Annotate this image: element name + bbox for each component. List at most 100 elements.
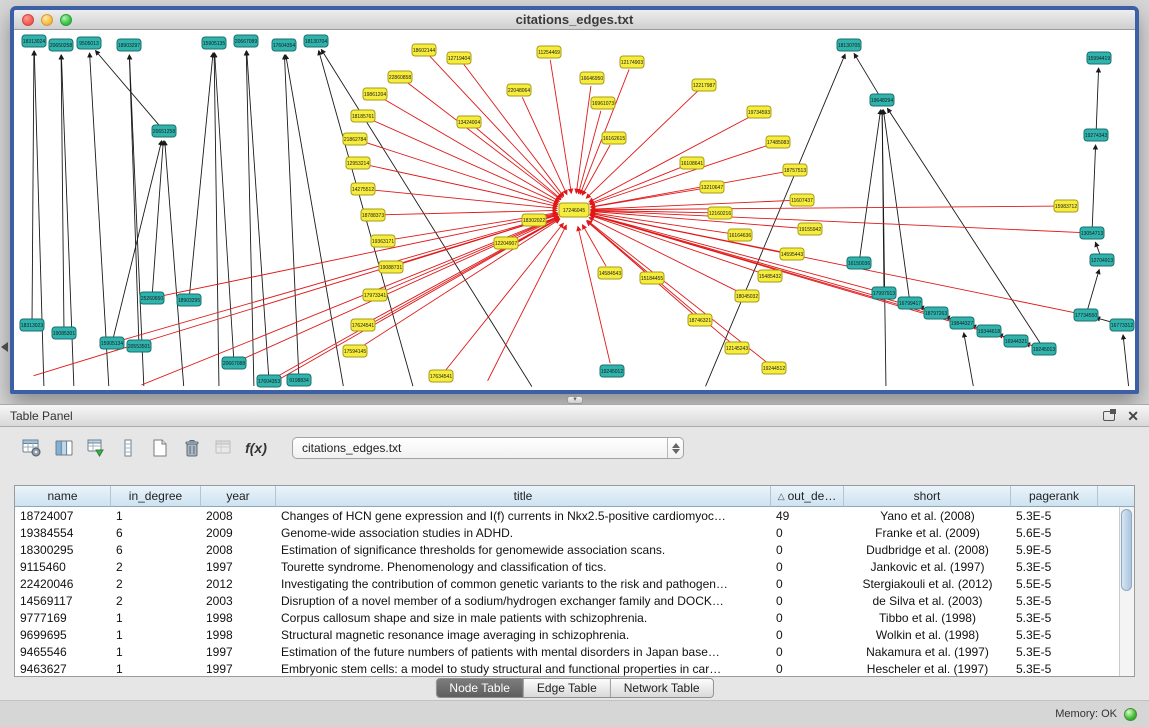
splitter-handle[interactable]: ▾ [567, 396, 583, 404]
hub-node[interactable]: 17246045 [559, 203, 589, 217]
row-height-icon[interactable] [114, 434, 142, 462]
network-node[interactable]: 17624541 [351, 319, 375, 331]
zoom-window-button[interactable] [60, 14, 72, 26]
network-node[interactable]: 9505013 [77, 37, 101, 49]
network-node[interactable]: 12145243 [725, 342, 749, 354]
network-node[interactable]: 22860858 [388, 71, 412, 83]
network-node[interactable]: 17604354 [272, 39, 296, 51]
network-node[interactable]: 19844327 [950, 317, 974, 329]
network-node[interactable]: 14584543 [598, 267, 622, 279]
network-node[interactable]: 18602144 [412, 44, 436, 56]
panel-collapse-arrow-icon[interactable] [1, 342, 8, 352]
network-node[interactable]: 17594145 [343, 345, 367, 357]
network-node[interactable]: 12953214 [346, 157, 370, 169]
network-node[interactable]: 17997913 [872, 287, 896, 299]
network-node[interactable]: 18903297 [117, 39, 141, 51]
network-node[interactable]: 16961073 [591, 97, 615, 109]
network-node[interactable]: 20650258 [49, 39, 73, 51]
table-row[interactable]: 977716911998Corpus callosum shape and si… [15, 609, 1134, 626]
network-node[interactable]: 17973341 [363, 289, 387, 301]
network-node[interactable]: 15905134 [100, 337, 124, 349]
network-node[interactable]: 18757513 [783, 164, 807, 176]
network-node[interactable]: 9198834 [287, 374, 311, 386]
table-row[interactable]: 946362711997Embryonic stem cells: a mode… [15, 660, 1134, 677]
table-export-icon[interactable] [82, 434, 110, 462]
network-node[interactable]: 18045032 [735, 290, 759, 302]
network-node[interactable]: 19155942 [798, 223, 822, 235]
network-node[interactable]: 17634541 [429, 370, 453, 382]
network-node[interactable]: 14595443 [780, 248, 804, 260]
network-node[interactable]: 20667088 [222, 357, 246, 369]
network-node[interactable]: 17734550 [1074, 309, 1098, 321]
table-row[interactable]: 1830029562008Estimation of significance … [15, 541, 1134, 558]
network-node[interactable]: 19088731 [379, 261, 403, 273]
network-node[interactable]: 21862784 [343, 133, 367, 145]
table-row[interactable]: 1872400712008Changes of HCN gene express… [15, 507, 1134, 524]
table-row[interactable]: 946554611997Estimation of the future num… [15, 643, 1134, 660]
network-node[interactable]: 12160216 [708, 207, 732, 219]
network-node[interactable]: 16162615 [602, 132, 626, 144]
network-node[interactable]: 18797263 [924, 307, 948, 319]
network-node[interactable]: 14275512 [351, 183, 375, 195]
delete-table-icon[interactable] [178, 434, 206, 462]
network-node[interactable]: 18130705 [837, 39, 861, 51]
network-node[interactable]: 20667089 [234, 35, 258, 47]
network-node[interactable]: 16150036 [847, 257, 871, 269]
column-header-name[interactable]: name [15, 486, 111, 507]
import-table-icon[interactable] [210, 434, 238, 462]
network-node[interactable]: 20651258 [152, 125, 176, 137]
function-builder-icon[interactable]: f(x) [242, 434, 270, 462]
network-node[interactable]: 11254469 [537, 46, 561, 58]
network-node[interactable]: 19734593 [747, 106, 771, 118]
network-node[interactable]: 22048064 [507, 84, 531, 96]
network-node[interactable]: 15184455 [640, 272, 664, 284]
network-node[interactable]: 13210647 [700, 181, 724, 193]
float-panel-icon[interactable] [1103, 411, 1115, 421]
network-node[interactable]: 16773312 [1110, 319, 1134, 331]
tab-edge-table[interactable]: Edge Table [523, 679, 610, 697]
network-node[interactable]: 17485083 [766, 136, 790, 148]
tab-network-table[interactable]: Network Table [610, 679, 713, 697]
network-node[interactable]: 12217987 [692, 79, 716, 91]
network-node[interactable]: 19861204 [363, 88, 387, 100]
network-canvas[interactable]: 11254469 12174903 12217987 19734593 17485083… [14, 30, 1135, 390]
table-row[interactable]: 1456911722003Disruption of a novel membe… [15, 592, 1134, 609]
table-row[interactable]: 1938455462009Genome-wide association stu… [15, 524, 1134, 541]
network-node[interactable]: 15485432 [758, 270, 782, 282]
network-node[interactable]: 20553501 [127, 340, 151, 352]
network-node[interactable]: 15983712 [1054, 200, 1078, 212]
network-node[interactable]: 12719404 [447, 52, 471, 64]
table-settings-icon[interactable] [18, 434, 46, 462]
network-node[interactable]: 12204907 [494, 237, 518, 249]
network-node[interactable]: 16646950 [580, 72, 604, 84]
network-node[interactable]: 18302022 [522, 214, 546, 226]
network-node[interactable]: 19085301 [52, 327, 76, 339]
network-node[interactable]: 18185761 [351, 110, 375, 122]
network-node[interactable]: 17604353 [257, 375, 281, 387]
network-node[interactable]: 19274343 [1084, 129, 1108, 141]
column-header-title[interactable]: title [276, 486, 771, 507]
column-header-short[interactable]: short [844, 486, 1011, 507]
network-node[interactable]: 13424004 [457, 116, 481, 128]
network-node[interactable]: 12174903 [620, 56, 644, 68]
network-node[interactable]: 11607437 [790, 194, 814, 206]
column-chooser-icon[interactable] [50, 434, 78, 462]
network-node[interactable]: 18313023 [20, 319, 44, 331]
vertical-scrollbar[interactable] [1119, 507, 1134, 676]
network-node[interactable]: 19648294 [870, 94, 894, 106]
close-panel-icon[interactable]: ✕ [1127, 410, 1139, 422]
network-node[interactable]: 18130704 [304, 35, 328, 47]
window-titlebar[interactable]: citations_edges.txt [14, 10, 1135, 30]
network-node[interactable]: 19244512 [762, 362, 786, 374]
network-node[interactable]: 13054713 [1080, 227, 1104, 239]
network-node[interactable]: 15905135 [202, 37, 226, 49]
new-table-icon[interactable] [146, 434, 174, 462]
network-node[interactable]: 15994419 [1087, 52, 1111, 64]
network-node[interactable]: 19363171 [371, 235, 395, 247]
network-node[interactable]: 25260650 [140, 292, 164, 304]
scrollbar-thumb[interactable] [1121, 509, 1132, 591]
network-table-combobox[interactable]: citations_edges.txt [292, 437, 684, 459]
table-row[interactable]: 2242004622012Investigating the contribut… [15, 575, 1134, 592]
network-node[interactable]: 12704913 [1090, 254, 1114, 266]
network-node[interactable]: 16164636 [728, 229, 752, 241]
